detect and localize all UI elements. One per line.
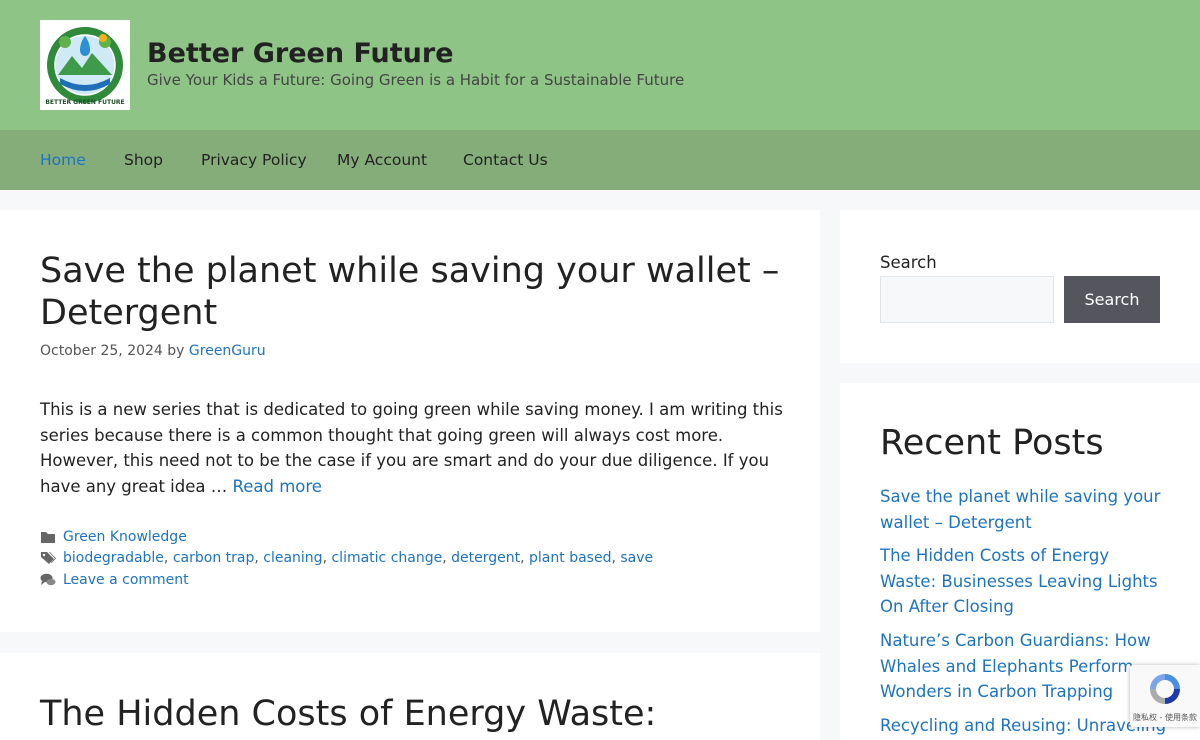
search-label: Search [880, 253, 937, 272]
list-item: Nature’s Carbon Guardians: How Whales an… [880, 628, 1170, 705]
folder-icon [40, 530, 56, 544]
post-by-label: by [167, 343, 185, 359]
site-title[interactable]: Better Green Future [147, 38, 454, 69]
recent-posts-title: Recent Posts [880, 423, 1104, 463]
list-item: Save the planet while saving your wallet… [880, 484, 1170, 535]
tag-link[interactable]: plant based [529, 550, 611, 566]
post-card: The Hidden Costs of Energy Waste: [0, 653, 820, 740]
nav-item-home[interactable]: Home [40, 130, 86, 190]
post-date: October 25, 2024 [40, 343, 163, 359]
nav-item-my-account[interactable]: My Account [337, 130, 427, 190]
read-more-link[interactable]: Read more [233, 477, 322, 496]
recent-post-link[interactable]: Nature’s Carbon Guardians: How Whales an… [880, 631, 1151, 701]
site-tagline: Give Your Kids a Future: Going Green is … [147, 71, 685, 89]
tag-link[interactable]: carbon trap [173, 550, 255, 566]
tags-icon [40, 551, 56, 565]
recent-post-link[interactable]: The Hidden Costs of Energy Waste: Busine… [880, 546, 1158, 616]
list-item: Recycling and Reusing: Unraveling [880, 713, 1170, 739]
post-meta: October 25, 2024 by GreenGuru [40, 343, 266, 359]
post-tags: biodegradable, carbon trap, cleaning, cl… [40, 550, 653, 566]
post-author-link[interactable]: GreenGuru [189, 343, 266, 359]
nav-item-privacy-policy[interactable]: Privacy Policy [201, 130, 307, 190]
category-link[interactable]: Green Knowledge [63, 529, 187, 545]
post-card: Save the planet while saving your wallet… [0, 210, 820, 632]
site-logo[interactable]: BETTER GREEN FUTURE [40, 20, 130, 110]
post-categories: Green Knowledge [40, 529, 187, 545]
better-green-future-logo-icon: BETTER GREEN FUTURE [45, 27, 125, 106]
tag-link[interactable]: cleaning [263, 550, 322, 566]
post-excerpt: This is a new series that is dedicated t… [40, 397, 785, 499]
nav-item-contact-us[interactable]: Contact Us [463, 130, 548, 190]
post-excerpt-text: This is a new series that is dedicated t… [40, 400, 783, 496]
tag-link[interactable]: biodegradable [63, 550, 164, 566]
post-title[interactable]: The Hidden Costs of Energy Waste: [40, 693, 800, 735]
search-input[interactable] [880, 276, 1054, 323]
search-widget: Search Search [840, 210, 1200, 363]
recent-post-link[interactable]: Recycling and Reusing: Unraveling [880, 716, 1166, 735]
tag-link[interactable]: save [620, 550, 653, 566]
tag-link[interactable]: detergent [451, 550, 520, 566]
logo-text: BETTER GREEN FUTURE [45, 99, 124, 106]
recaptcha-icon [1150, 674, 1180, 704]
recaptcha-terms[interactable]: 隐私权 - 使用条款 [1133, 712, 1197, 723]
post-title[interactable]: Save the planet while saving your wallet… [40, 250, 800, 334]
site-header: BETTER GREEN FUTURE Better Green Future … [0, 0, 1200, 130]
recaptcha-badge[interactable]: 隐私权 - 使用条款 [1130, 665, 1200, 727]
post-comments: Leave a comment [40, 572, 189, 588]
comments-icon [40, 573, 56, 587]
recent-posts-list: Save the planet while saving your wallet… [880, 484, 1170, 740]
list-item: The Hidden Costs of Energy Waste: Busine… [880, 543, 1170, 620]
search-button[interactable]: Search [1064, 276, 1160, 323]
main-navigation: Home Shop Privacy Policy My Account Cont… [0, 130, 1200, 190]
tag-link[interactable]: climatic change [331, 550, 442, 566]
nav-item-shop[interactable]: Shop [124, 130, 163, 190]
leave-comment-link[interactable]: Leave a comment [63, 572, 189, 588]
recent-post-link[interactable]: Save the planet while saving your wallet… [880, 487, 1160, 532]
